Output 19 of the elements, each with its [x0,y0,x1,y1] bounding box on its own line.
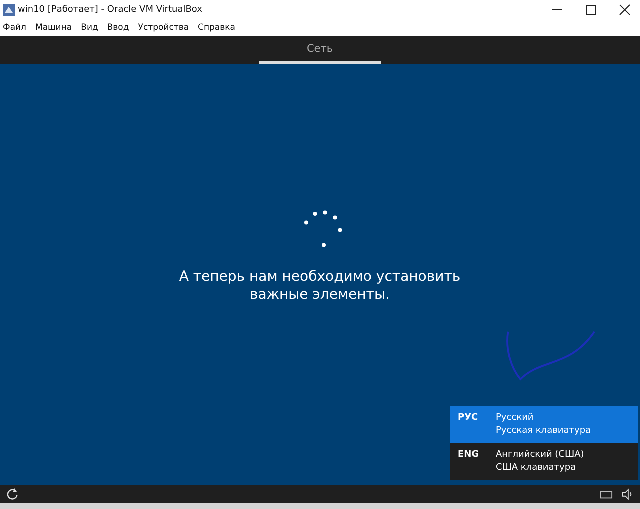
status-message: А теперь нам необходимо установить важные элементы. [178,268,462,304]
menu-item[interactable]: Вид [81,23,98,33]
keyboard-name: США клавиатура [496,462,578,475]
language-code: ENG [458,449,480,462]
volume-icon[interactable] [621,488,634,500]
menu-item[interactable]: Справка [198,23,236,33]
keyboard-name: Русская клавиатура [496,425,592,438]
menu-item[interactable]: Ввод [107,23,130,33]
menu-item[interactable]: Файл [3,23,26,33]
loading-spinner-icon [304,210,344,248]
language-name: Русский [496,412,535,425]
window-title: win10 [Работает] - Oracle VM VirtualBox [18,5,202,15]
menu-item[interactable]: Устройства [138,23,190,33]
language-option[interactable]: РУС Русский Русская клавиатура [450,406,638,443]
menu-item[interactable]: Машина [35,23,72,33]
language-option[interactable]: ENG Английский (США) США клавиатура [450,443,638,480]
language-code: РУС [458,412,480,425]
language-name: Английский (США) [496,449,584,462]
app-icon [3,4,15,16]
